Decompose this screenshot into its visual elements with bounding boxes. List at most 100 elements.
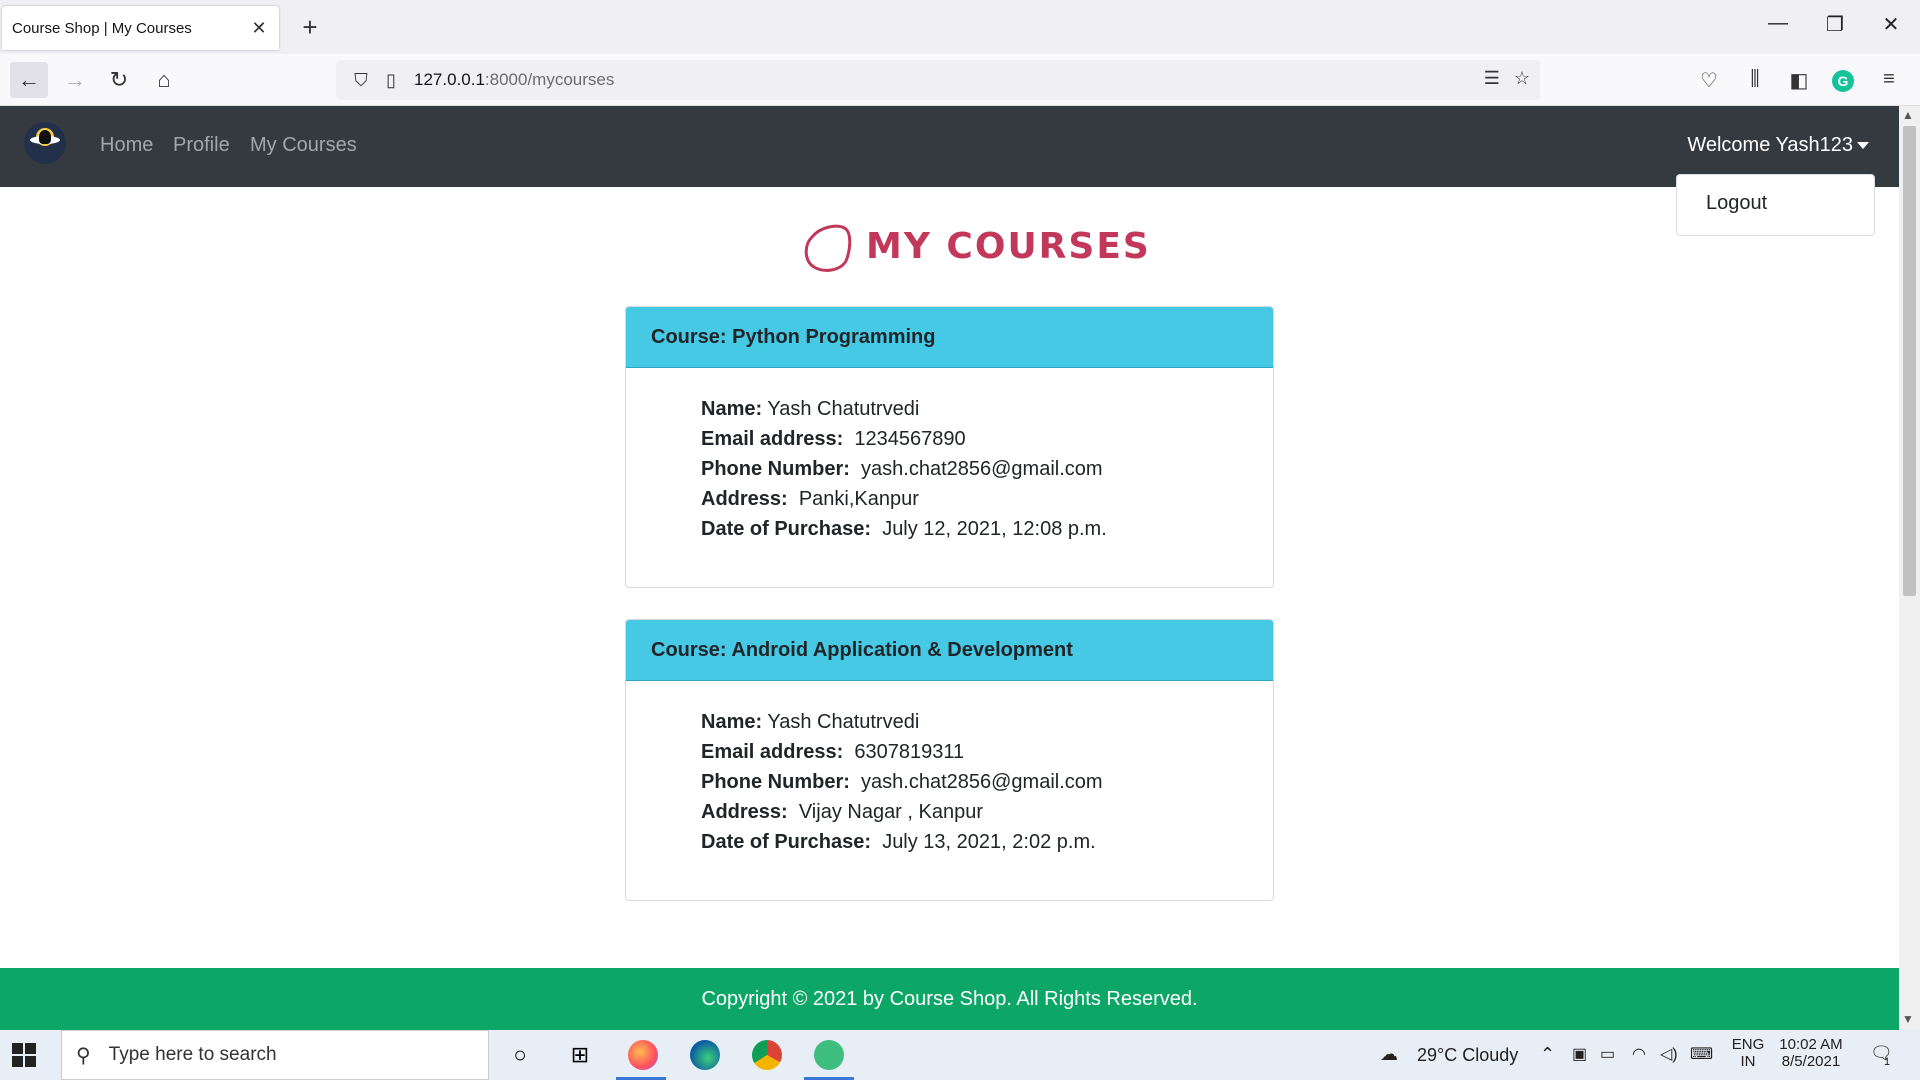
name-row: Name: Yash Chatutrvedi xyxy=(701,707,1273,737)
forward-arrow-icon[interactable]: → xyxy=(56,62,94,98)
tab-title: Course Shop | My Courses xyxy=(12,19,192,37)
name-value: Yash Chatutrvedi xyxy=(767,398,920,420)
page-content: Home Profile My Courses Welcome Yash123 … xyxy=(0,106,1899,1030)
clock-time: 10:02 AM xyxy=(1779,1036,1843,1053)
close-window-button[interactable]: ✕ xyxy=(1871,12,1911,37)
battery-icon[interactable]: ▭ xyxy=(1600,1044,1615,1064)
bookmark-star-icon[interactable]: ☆ xyxy=(1514,68,1530,89)
caret-down-icon xyxy=(1857,142,1869,150)
meet-icon[interactable]: ▣ xyxy=(1572,1044,1587,1064)
grammarly-icon[interactable]: G xyxy=(1832,70,1854,92)
wifi-icon[interactable]: ◠ xyxy=(1632,1044,1646,1064)
address-label: Address: xyxy=(701,801,788,823)
windows-taskbar: ⚲ Type here to search ○ ⊞ ☁ 29°C Cloudy … xyxy=(0,1030,1920,1080)
course-card-header: Course: Android Application & Developmen… xyxy=(626,620,1273,681)
home-icon[interactable]: ⌂ xyxy=(145,62,183,98)
menu-icon[interactable]: ≡ xyxy=(1874,68,1904,91)
clock-date: 8/5/2021 xyxy=(1781,1053,1841,1070)
site-logo[interactable] xyxy=(24,122,66,164)
site-footer: Copyright © 2021 by Course Shop. All Rig… xyxy=(0,968,1899,1030)
course-card: Course: Python Programming Name: Yash Ch… xyxy=(625,306,1274,588)
phone-row: Phone Number: yash.chat2856@gmail.com xyxy=(701,767,1273,797)
date-label: Date of Purchase: xyxy=(701,831,872,853)
address-value: Vijay Nagar , Kanpur xyxy=(798,801,984,823)
email-label: Email address: xyxy=(701,428,844,450)
welcome-text: Welcome Yash123 xyxy=(1687,134,1853,156)
tray-chevron-up-icon[interactable]: ⌃ xyxy=(1540,1044,1555,1065)
phone-value: yash.chat2856@gmail.com xyxy=(861,458,1103,480)
email-row: Email address: 1234567890 xyxy=(701,424,1273,454)
name-value: Yash Chatutrvedi xyxy=(767,711,920,733)
email-row: Email address: 6307819311 xyxy=(701,737,1273,767)
cortana-icon[interactable]: ○ xyxy=(504,1039,536,1071)
atom-icon[interactable] xyxy=(813,1039,845,1071)
url-bar[interactable]: ⛉ ▯ 127.0.0.1:8000/mycourses ☰ ☆ xyxy=(336,60,1540,100)
pocket-icon[interactable]: ♡ xyxy=(1694,68,1724,93)
date-value: July 13, 2021, 2:02 p.m. xyxy=(882,831,1096,853)
phone-label: Phone Number: xyxy=(701,458,850,480)
phone-label: Phone Number: xyxy=(701,771,850,793)
minimize-button[interactable]: — xyxy=(1758,12,1798,35)
email-value: 6307819311 xyxy=(854,741,965,763)
search-placeholder: Type here to search xyxy=(108,1044,277,1065)
site-navbar: Home Profile My Courses Welcome Yash123 xyxy=(0,106,1899,187)
language-indicator[interactable]: ENG IN xyxy=(1728,1036,1768,1070)
welcome-dropdown-toggle[interactable]: Welcome Yash123 xyxy=(1687,134,1869,157)
date-row: Date of Purchase: July 12, 2021, 12:08 p… xyxy=(701,514,1273,544)
reload-icon[interactable]: ↻ xyxy=(100,62,138,98)
user-dropdown-menu: Logout xyxy=(1676,174,1875,236)
shield-icon[interactable]: ⛉ xyxy=(346,70,376,91)
page-scrollbar[interactable]: ▲ ▼ xyxy=(1899,106,1920,1030)
weather-cloud-icon[interactable]: ☁ xyxy=(1380,1044,1398,1065)
address-row: Address: Vijay Nagar , Kanpur xyxy=(701,797,1273,827)
logout-link[interactable]: Logout xyxy=(1706,192,1767,215)
nav-home[interactable]: Home xyxy=(100,134,153,157)
back-arrow-icon[interactable]: ← xyxy=(10,62,48,98)
taskbar-search[interactable]: ⚲ Type here to search xyxy=(61,1030,489,1080)
firefox-icon[interactable] xyxy=(627,1039,659,1071)
date-row: Date of Purchase: July 13, 2021, 2:02 p.… xyxy=(701,827,1273,857)
chrome-icon[interactable] xyxy=(751,1039,783,1071)
library-icon[interactable]: ⫼ xyxy=(1740,68,1770,91)
scroll-thumb[interactable] xyxy=(1903,126,1916,596)
notification-count: 1 xyxy=(1884,1056,1891,1068)
address-row: Address: Panki,Kanpur xyxy=(701,484,1273,514)
course-card-body: Name: Yash Chatutrvedi Email address: 63… xyxy=(626,681,1273,857)
windows-start-icon[interactable] xyxy=(12,1043,36,1067)
page-icon: ▯ xyxy=(386,69,396,90)
blob-outline-icon xyxy=(804,224,852,272)
browser-toolbar: ← → ↻ ⌂ ⛉ ▯ 127.0.0.1:8000/mycourses ☰ ☆… xyxy=(0,54,1920,106)
clock[interactable]: 10:02 AM 8/5/2021 xyxy=(1776,1036,1846,1070)
keyboard-icon[interactable]: ⌨ xyxy=(1690,1044,1713,1064)
phone-row: Phone Number: yash.chat2856@gmail.com xyxy=(701,454,1273,484)
browser-tab[interactable]: Course Shop | My Courses ✕ xyxy=(2,6,279,50)
browser-tab-bar: Course Shop | My Courses ✕ + — ❐ ✕ xyxy=(0,0,1920,54)
task-view-icon[interactable]: ⊞ xyxy=(564,1039,596,1071)
date-label: Date of Purchase: xyxy=(701,518,872,540)
email-label: Email address: xyxy=(701,741,844,763)
tab-close-icon[interactable]: ✕ xyxy=(249,18,269,39)
nav-profile[interactable]: Profile xyxy=(173,134,230,157)
reader-view-icon[interactable]: ☰ xyxy=(1484,68,1500,89)
course-card-body: Name: Yash Chatutrvedi Email address: 12… xyxy=(626,368,1273,544)
phone-value: yash.chat2856@gmail.com xyxy=(861,771,1103,793)
restore-button[interactable]: ❐ xyxy=(1815,12,1855,37)
scroll-down-icon[interactable]: ▼ xyxy=(1902,1012,1914,1026)
sidebar-icon[interactable]: ◧ xyxy=(1784,68,1814,93)
scroll-up-icon[interactable]: ▲ xyxy=(1902,108,1914,122)
volume-icon[interactable]: ◁) xyxy=(1660,1044,1678,1064)
course-card: Course: Android Application & Developmen… xyxy=(625,619,1274,901)
page-title: MY COURSES xyxy=(866,226,1151,267)
lang-top: ENG xyxy=(1731,1036,1765,1053)
email-value: 1234567890 xyxy=(854,428,966,450)
url-host: 127.0.0.1 xyxy=(414,70,485,89)
weather-text[interactable]: 29°C Cloudy xyxy=(1417,1045,1518,1066)
new-tab-button[interactable]: + xyxy=(295,12,325,43)
page-heading: MY COURSES xyxy=(800,219,1151,274)
edge-icon[interactable] xyxy=(689,1039,721,1071)
address-label: Address: xyxy=(701,488,788,510)
name-label: Name: xyxy=(701,711,763,733)
nav-my-courses[interactable]: My Courses xyxy=(250,134,357,157)
lang-bottom: IN xyxy=(1740,1053,1756,1070)
url-text: 127.0.0.1:8000/mycourses xyxy=(414,70,614,90)
